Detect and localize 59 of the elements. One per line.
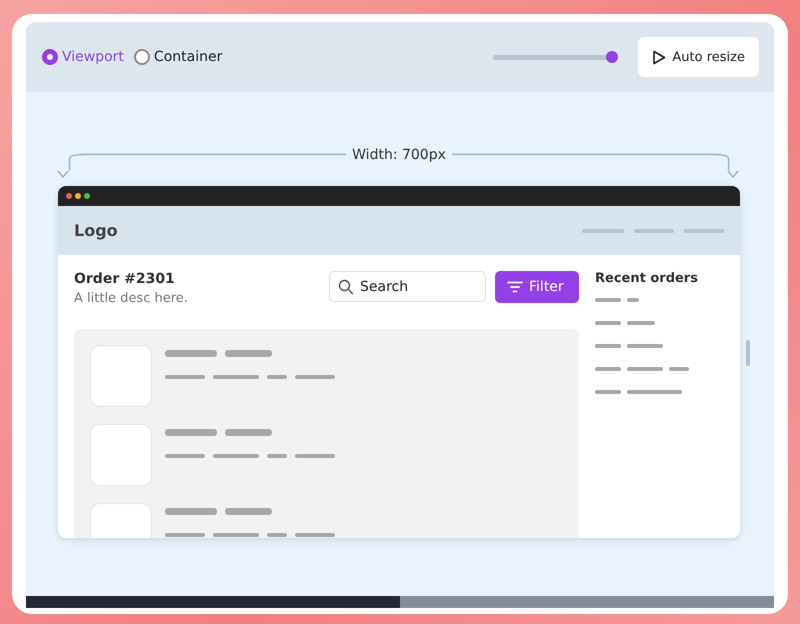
arrowhead-icon <box>727 170 739 178</box>
placeholder-line <box>165 508 217 515</box>
auto-resize-button[interactable]: Auto resize <box>638 37 759 77</box>
placeholder-line <box>165 533 205 537</box>
placeholder-line <box>595 344 621 348</box>
radio-icon <box>134 49 150 65</box>
sidebar-title: Recent orders <box>595 271 699 286</box>
placeholder-line <box>225 429 272 436</box>
filter-icon <box>507 281 523 293</box>
width-label: Width: 700px <box>351 147 447 163</box>
placeholder-line <box>634 228 674 232</box>
placeholder-line <box>213 454 259 458</box>
placeholder-line <box>595 367 621 371</box>
order-description: A little desc here. <box>74 291 189 306</box>
play-icon <box>652 50 666 64</box>
filter-button[interactable]: Filter <box>495 271 579 303</box>
radio-label: Viewport <box>62 49 124 65</box>
placeholder-line <box>267 533 287 537</box>
radio-option[interactable]: Container <box>134 49 222 65</box>
placeholder-line <box>595 321 621 325</box>
placeholder-line <box>595 298 621 302</box>
placeholder-line <box>165 429 217 436</box>
placeholder-line <box>627 390 682 394</box>
thumbnail-placeholder <box>90 424 152 486</box>
minimize-dot <box>75 193 81 199</box>
logo: Logo <box>74 221 118 240</box>
placeholder-line <box>213 375 259 379</box>
order-title: Order #2301 <box>74 271 176 287</box>
thumbnail-placeholder <box>90 345 152 407</box>
search-field[interactable]: Search <box>329 271 486 302</box>
maximize-dot <box>84 193 90 199</box>
arrowhead-icon <box>57 170 69 178</box>
close-dot <box>66 193 72 199</box>
placeholder-line <box>225 350 272 357</box>
scrollbar[interactable] <box>26 596 774 608</box>
placeholder-line <box>267 454 287 458</box>
placeholder-line <box>213 533 259 537</box>
placeholder-line <box>165 454 205 458</box>
slider-thumb[interactable] <box>606 50 618 62</box>
placeholder-line <box>165 375 205 379</box>
placeholder-line <box>627 367 663 371</box>
placeholder-line <box>295 454 335 458</box>
placeholder-line <box>669 367 689 371</box>
placeholder-line <box>582 228 624 232</box>
placeholder-line <box>684 228 724 232</box>
placeholder-line <box>627 344 663 348</box>
placeholder-line <box>627 321 655 325</box>
scrollbar-thumb[interactable] <box>26 596 400 608</box>
placeholder-line <box>295 533 335 537</box>
radio-option[interactable]: Viewport <box>42 49 124 65</box>
placeholder-line <box>295 375 335 379</box>
scrollbar-thumb[interactable] <box>746 340 750 366</box>
placeholder-line <box>225 508 272 515</box>
placeholder-line <box>627 298 639 302</box>
radio-label: Container <box>154 49 222 65</box>
placeholder-line <box>267 375 287 379</box>
placeholder-line <box>595 390 621 394</box>
radio-icon <box>42 49 58 65</box>
placeholder-line <box>165 350 217 357</box>
